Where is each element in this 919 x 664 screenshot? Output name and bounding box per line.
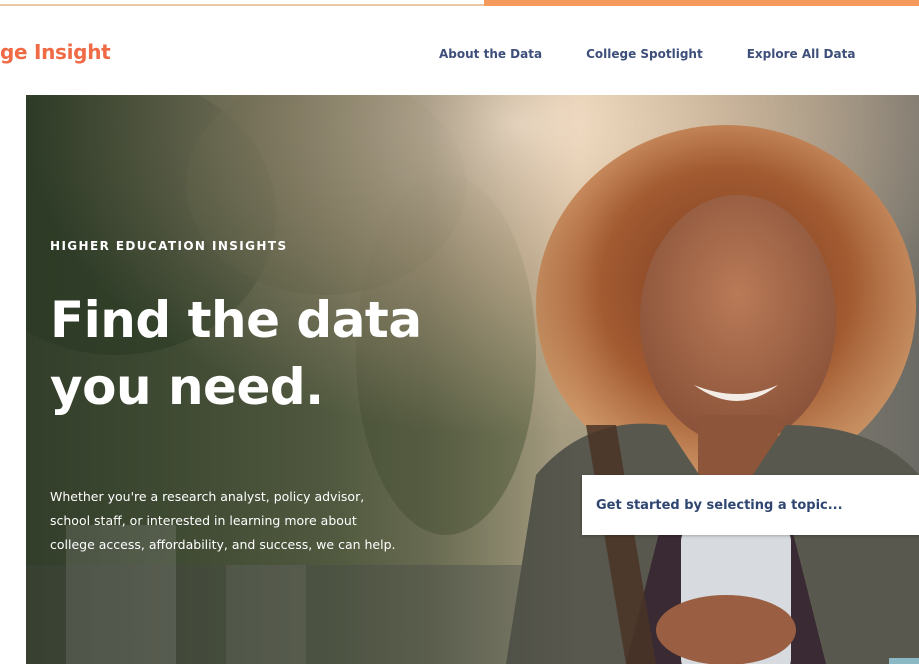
corner-tab xyxy=(889,658,919,664)
nav-about-the-data[interactable]: About the Data xyxy=(439,47,542,61)
nav-college-spotlight[interactable]: College Spotlight xyxy=(586,47,703,61)
site-header: ge Insight About the Data College Spotli… xyxy=(0,7,919,95)
hero-intro-line: school staff, or interested in learning … xyxy=(50,513,357,528)
hero-headline-line: Find the data xyxy=(50,291,422,349)
nav-explore-all-data[interactable]: Explore All Data xyxy=(747,47,856,61)
site-logo[interactable]: ge Insight xyxy=(0,40,111,64)
topic-select[interactable]: Get started by selecting a topic... xyxy=(582,475,919,535)
top-accent-bar xyxy=(484,0,919,6)
page: ge Insight About the Data College Spotli… xyxy=(0,0,919,664)
hero-section: HIGHER EDUCATION INSIGHTS Find the data … xyxy=(26,95,919,664)
hero-headline-line: you need. xyxy=(50,358,324,416)
main-nav: About the Data College Spotlight Explore… xyxy=(439,47,855,61)
hero-eyebrow: HIGHER EDUCATION INSIGHTS xyxy=(50,239,288,253)
hero-headline: Find the data you need. xyxy=(50,287,610,421)
hero-intro-line: college access, affordability, and succe… xyxy=(50,537,396,552)
hero-intro: Whether you're a research analyst, polic… xyxy=(50,485,520,557)
topic-select-placeholder: Get started by selecting a topic... xyxy=(596,497,843,513)
hero-intro-line: Whether you're a research analyst, polic… xyxy=(50,489,365,504)
